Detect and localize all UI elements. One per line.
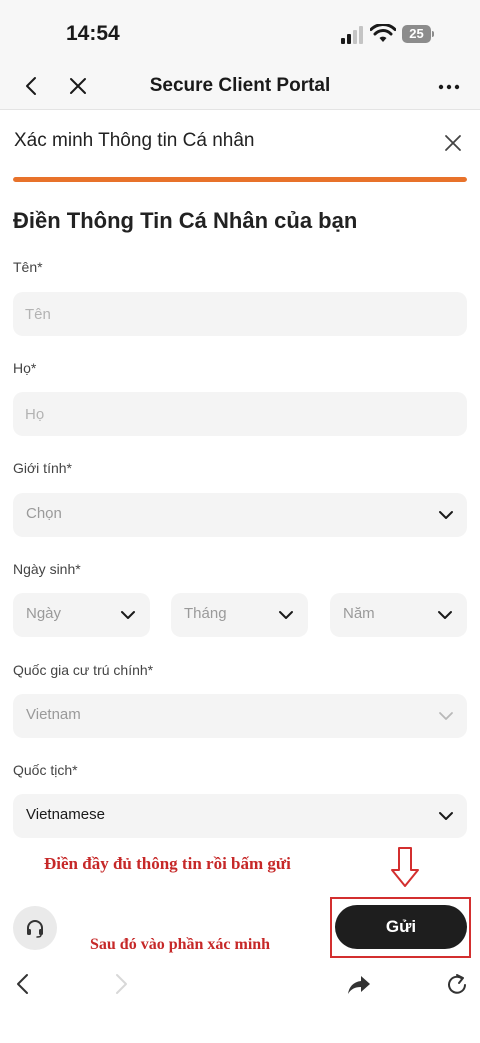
progress-bar bbox=[13, 177, 467, 182]
battery-icon: 25 bbox=[402, 25, 434, 43]
dob-day-value: Ngày bbox=[26, 605, 62, 622]
share-icon[interactable] bbox=[346, 974, 372, 996]
form-heading: Điền Thông Tin Cá Nhân của bạn bbox=[13, 208, 358, 233]
browser-toolbar bbox=[0, 960, 480, 1008]
last-name-label: Họ* bbox=[13, 360, 37, 376]
chevron-down-icon bbox=[439, 712, 453, 720]
status-time: 14:54 bbox=[66, 22, 120, 45]
dob-year-select[interactable]: Năm bbox=[330, 593, 467, 637]
residence-select[interactable]: Vietnam bbox=[13, 694, 467, 738]
dob-day-select[interactable]: Ngày bbox=[13, 593, 150, 637]
nationality-value: Vietnamese bbox=[26, 806, 105, 823]
dob-month-value: Tháng bbox=[184, 605, 227, 622]
status-bar: 14:54 25 bbox=[0, 0, 480, 66]
nav-bar: Secure Client Portal bbox=[0, 66, 480, 110]
last-name-input[interactable] bbox=[13, 392, 467, 436]
chevron-down-icon bbox=[439, 511, 453, 519]
down-arrow-icon bbox=[391, 847, 419, 887]
chevron-down-icon bbox=[439, 812, 453, 820]
battery-level: 25 bbox=[409, 26, 424, 41]
headset-icon bbox=[27, 920, 43, 938]
submit-button[interactable]: Gửi bbox=[335, 905, 467, 949]
forward-icon[interactable] bbox=[110, 972, 132, 996]
residence-label: Quốc gia cư trú chính* bbox=[13, 662, 154, 678]
annotation-instruction: Điền đầy đủ thông tin rồi bấm gửi bbox=[44, 854, 291, 873]
chevron-down-icon bbox=[279, 611, 293, 619]
chevron-down-icon bbox=[121, 611, 135, 619]
sheet-title: Xác minh Thông tin Cá nhân bbox=[14, 130, 255, 151]
nationality-label: Quốc tịch* bbox=[13, 762, 78, 778]
dob-month-select[interactable]: Tháng bbox=[171, 593, 308, 637]
progress-fill bbox=[13, 177, 467, 182]
signal-icon bbox=[341, 26, 363, 44]
first-name-label: Tên* bbox=[13, 259, 43, 275]
first-name-input[interactable] bbox=[13, 292, 467, 336]
wifi-icon bbox=[370, 24, 396, 42]
gender-label: Giới tính* bbox=[13, 460, 72, 476]
back-icon[interactable] bbox=[12, 972, 34, 996]
reload-icon[interactable] bbox=[444, 972, 470, 998]
annotation-next-step: Sau đó vào phần xác minh bbox=[90, 936, 271, 953]
close-icon[interactable] bbox=[442, 132, 464, 154]
gender-value: Chọn bbox=[26, 505, 62, 522]
nav-title: Secure Client Portal bbox=[149, 75, 331, 96]
dob-label: Ngày sinh* bbox=[13, 561, 81, 577]
gender-select[interactable]: Chọn bbox=[13, 493, 467, 537]
more-icon[interactable] bbox=[436, 78, 462, 96]
chevron-down-icon bbox=[438, 611, 452, 619]
support-button[interactable] bbox=[13, 906, 57, 950]
dob-year-value: Năm bbox=[343, 605, 375, 622]
residence-value: Vietnam bbox=[26, 706, 81, 723]
nationality-select[interactable]: Vietnamese bbox=[13, 794, 467, 838]
